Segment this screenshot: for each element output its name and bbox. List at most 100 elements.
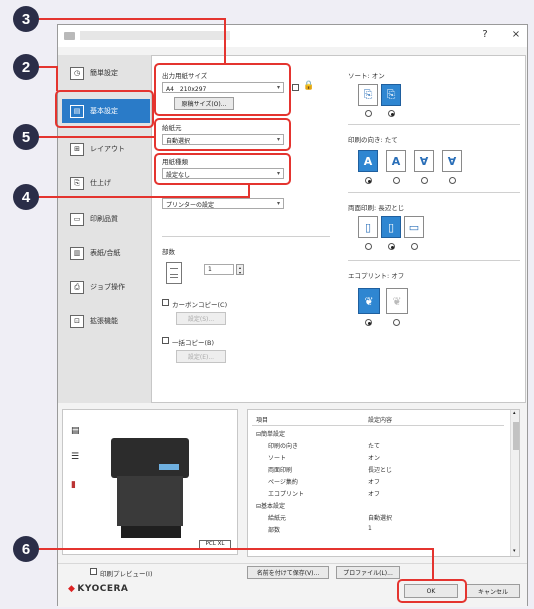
divider bbox=[348, 260, 520, 261]
carbon-copy-label: カーボンコピー(C) bbox=[172, 301, 228, 309]
sidebar-item-finishing[interactable]: ⎘ 仕上げ bbox=[62, 171, 150, 195]
highlight-paper-source bbox=[154, 118, 291, 151]
sidebar-item-label: ジョブ操作 bbox=[90, 283, 125, 291]
summary-row-value: オン bbox=[368, 455, 381, 462]
cancel-button[interactable]: キャンセル bbox=[466, 584, 520, 598]
printer-image bbox=[111, 438, 189, 478]
scroll-down-icon[interactable]: ▾ bbox=[513, 548, 516, 554]
save-profile-button[interactable]: 名前を付けて保存(V)... bbox=[247, 566, 329, 579]
summary-scrollbar[interactable]: ▴ ▾ bbox=[510, 410, 519, 556]
kyocera-logo: ◆ KYOCERA bbox=[68, 584, 128, 594]
sidebar-item-cover[interactable]: ▥ 表紙/合紙 bbox=[62, 241, 150, 265]
blank-page-checkbox[interactable] bbox=[162, 337, 169, 344]
simplex-icon[interactable]: ▯ bbox=[358, 216, 378, 238]
blank-page-settings-button[interactable]: 設定(E)... bbox=[176, 350, 226, 363]
step-badge-3: 3 bbox=[13, 6, 39, 32]
print-preview-checkbox[interactable] bbox=[90, 568, 97, 575]
print-mode-value: プリンターの設定 bbox=[166, 202, 215, 209]
carbon-copy-checkbox[interactable] bbox=[162, 299, 169, 306]
copies-label: 部数 bbox=[162, 248, 175, 256]
simplex-radio[interactable] bbox=[365, 243, 372, 250]
list-view-icon[interactable]: ☰ bbox=[71, 452, 79, 462]
ecoprint-on-radio[interactable] bbox=[393, 319, 400, 326]
step-badge-5: 5 bbox=[13, 124, 39, 150]
copies-page-icon bbox=[166, 262, 182, 284]
paper-size-checkbox[interactable] bbox=[292, 84, 299, 91]
portrait-icon[interactable]: A bbox=[358, 150, 378, 172]
printer-preview-pane: ▤ ☰ ▮ PCL XL bbox=[62, 409, 238, 555]
scrollbar-thumb[interactable] bbox=[513, 422, 519, 450]
sort-label: ソート: オン bbox=[348, 72, 385, 80]
step-badge-2: 2 bbox=[13, 54, 39, 80]
summary-row-value: オフ bbox=[368, 479, 381, 486]
ecoprint-off-radio[interactable] bbox=[365, 319, 372, 326]
kyocera-logo-mark: ◆ bbox=[68, 584, 76, 594]
printer-panel bbox=[159, 464, 179, 470]
finishing-icon: ⎘ bbox=[70, 176, 84, 190]
quality-icon: ▭ bbox=[70, 212, 84, 226]
carbon-copy-settings-button[interactable]: 設定(S)... bbox=[176, 312, 226, 325]
portrait-rotated-icon[interactable]: ∀ bbox=[414, 150, 434, 172]
summary-row-item: ⊟簡単設定 bbox=[256, 431, 286, 438]
sort-off-radio[interactable] bbox=[365, 110, 372, 117]
print-mode-select[interactable]: プリンターの設定 ▾ bbox=[162, 198, 284, 209]
highlight-basic-tab bbox=[55, 90, 154, 128]
connector-line bbox=[26, 196, 250, 198]
portrait-radio[interactable] bbox=[365, 177, 372, 184]
sidebar-item-quality[interactable]: ▭ 印刷品質 bbox=[62, 207, 150, 231]
connector-line bbox=[56, 66, 58, 91]
copies-stepper[interactable]: ▴ ▾ bbox=[236, 264, 244, 275]
copies-input[interactable]: 1 bbox=[204, 264, 234, 275]
connector-line bbox=[224, 18, 226, 64]
summary-row-value: たて bbox=[368, 443, 381, 450]
sort-on-icon[interactable]: ⎘ bbox=[381, 84, 401, 106]
sidebar-item-label: 仕上げ bbox=[90, 179, 111, 187]
summary-row-value: 1 bbox=[368, 525, 372, 532]
ecoprint-label: エコプリント: オフ bbox=[348, 272, 405, 280]
summary-row-value: オフ bbox=[368, 491, 381, 498]
landscape-icon[interactable]: A bbox=[386, 150, 406, 172]
sidebar-item-layout[interactable]: ⊞ レイアウト bbox=[62, 137, 150, 161]
landscape-radio[interactable] bbox=[393, 177, 400, 184]
sidebar-item-quick-setup[interactable]: ◷ 簡単設定 bbox=[62, 61, 150, 85]
scroll-up-icon[interactable]: ▴ bbox=[513, 410, 516, 416]
summary-row-item: ソート bbox=[268, 455, 287, 462]
ecoprint-off-leaf-icon[interactable]: ❦ bbox=[358, 288, 380, 314]
settings-summary-list[interactable]: 項目 設定内容 ⊟簡単設定 印刷の向き たて ソート オン 両面印刷 長辺とじ … bbox=[247, 409, 520, 557]
step-badge-4: 4 bbox=[13, 184, 39, 210]
printer-body bbox=[117, 476, 183, 526]
sidebar-item-label: 印刷品質 bbox=[90, 215, 118, 223]
sort-off-icon[interactable]: ⎘ bbox=[358, 84, 378, 106]
duplex-long-edge-radio[interactable] bbox=[388, 243, 395, 250]
lock-icon: 🔒 bbox=[303, 81, 315, 91]
portrait-rotated-radio[interactable] bbox=[421, 177, 428, 184]
duplex-short-edge-icon[interactable]: ▭ bbox=[404, 216, 424, 238]
help-button[interactable]: ? bbox=[478, 29, 492, 40]
summary-row-item: 給紙元 bbox=[268, 515, 287, 522]
sidebar-item-label: レイアウト bbox=[90, 145, 125, 153]
cover-icon: ▥ bbox=[70, 246, 84, 260]
divider bbox=[162, 236, 330, 237]
copies-value: 1 bbox=[208, 266, 212, 273]
duplex-short-edge-radio[interactable] bbox=[411, 243, 418, 250]
summary-row-item: 両面印刷 bbox=[268, 467, 293, 474]
landscape-rotated-radio[interactable] bbox=[449, 177, 456, 184]
close-button[interactable]: × bbox=[509, 29, 523, 40]
summary-row-item: 部数 bbox=[268, 527, 281, 534]
color-view-icon[interactable]: ▮ bbox=[71, 480, 76, 490]
sidebar-item-extension[interactable]: ⊡ 拡張機能 bbox=[62, 309, 150, 333]
divider bbox=[252, 425, 504, 426]
profile-button[interactable]: プロファイル(L)... bbox=[336, 566, 400, 579]
duplex-long-edge-icon[interactable]: ▯ bbox=[381, 216, 401, 238]
window-title-placeholder bbox=[80, 31, 230, 40]
highlight-media-type bbox=[154, 153, 291, 185]
summary-row-item: ページ集約 bbox=[268, 479, 298, 486]
kyocera-logo-text: KYOCERA bbox=[77, 584, 129, 594]
document-view-icon[interactable]: ▤ bbox=[71, 426, 80, 436]
summary-header-value: 設定内容 bbox=[368, 417, 393, 424]
summary-header-item: 項目 bbox=[256, 417, 269, 424]
landscape-rotated-icon[interactable]: ∀ bbox=[442, 150, 462, 172]
sort-on-radio[interactable] bbox=[388, 110, 395, 117]
sidebar-item-job[interactable]: ⎙ ジョブ操作 bbox=[62, 275, 150, 299]
ecoprint-on-leaf-icon[interactable]: ❦ bbox=[386, 288, 408, 314]
